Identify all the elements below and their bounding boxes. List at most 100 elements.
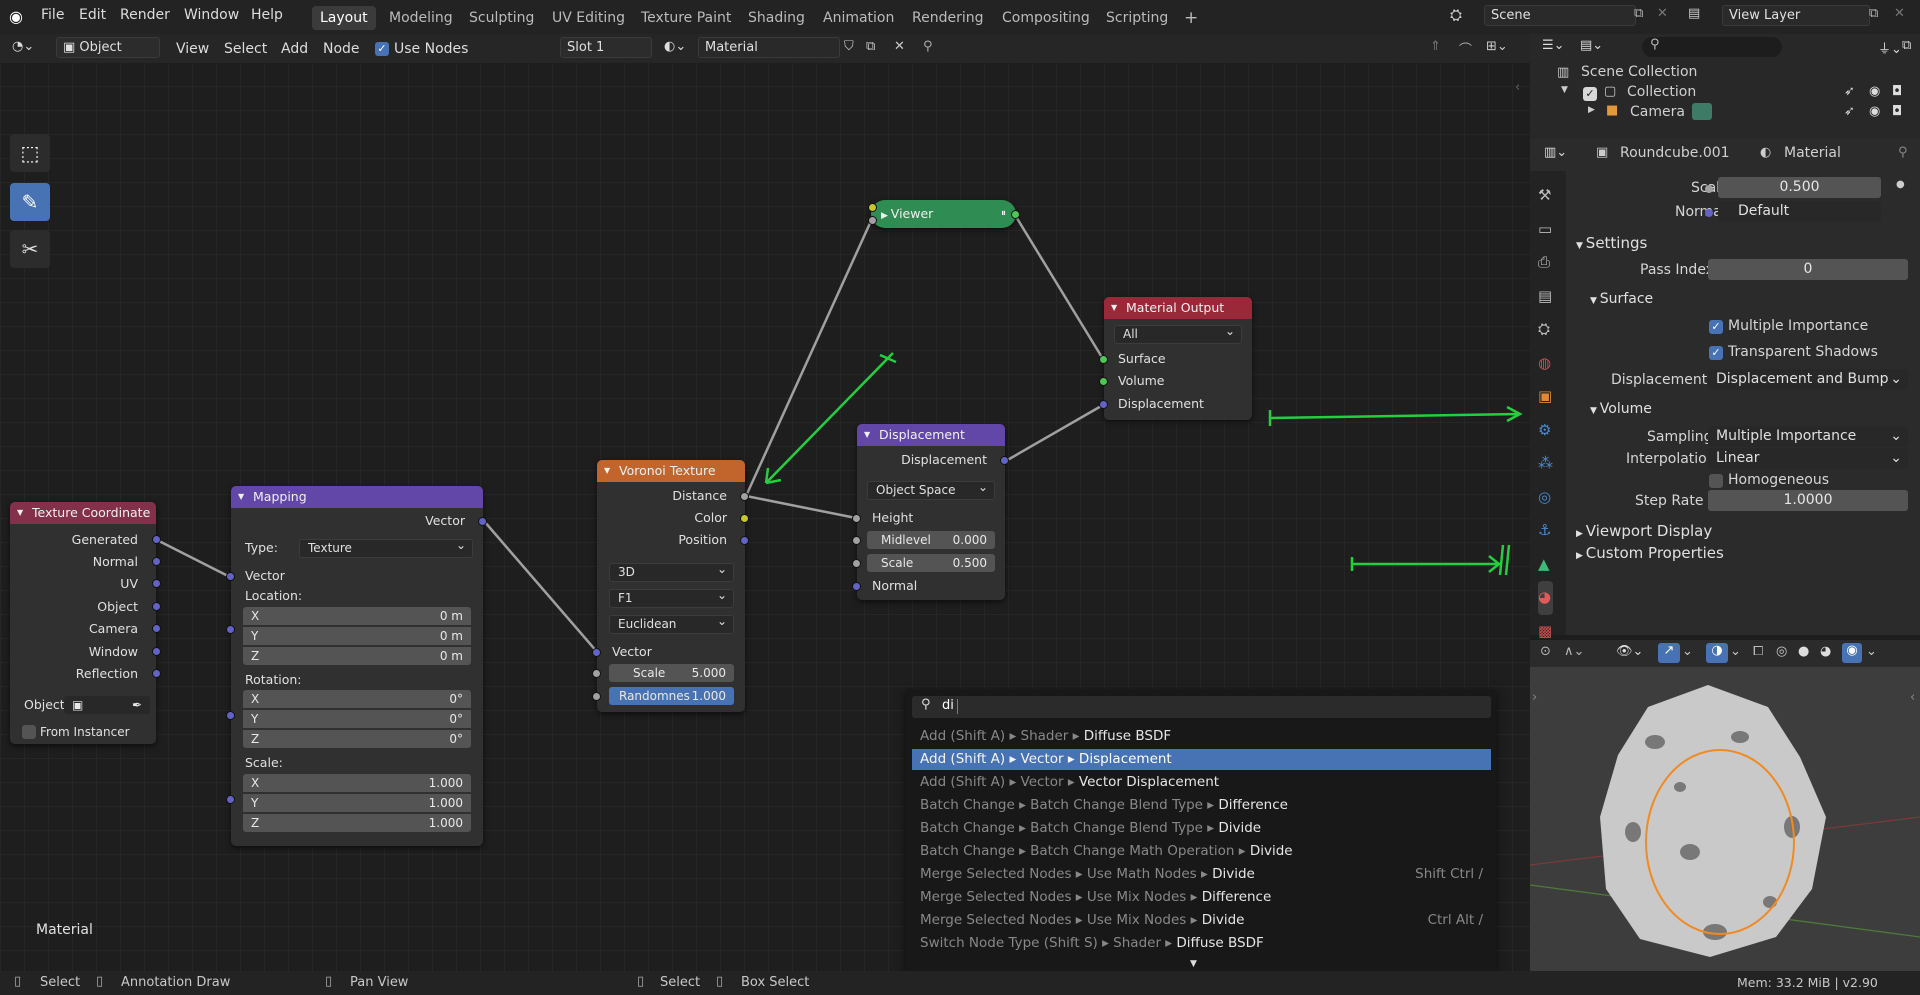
physics-tab-icon[interactable]: ◎ — [1538, 481, 1553, 515]
mapping-node[interactable]: Mapping Vector Type: Texture Vector Loca… — [226, 486, 487, 846]
material-tab-icon[interactable]: ◕ — [1538, 581, 1553, 615]
rotation-y-field[interactable]: Y 0° — [243, 710, 471, 728]
input-socket-color[interactable] — [868, 203, 877, 212]
output-socket-object[interactable] — [152, 602, 161, 611]
visibility-icon[interactable]: 👁⌄ — [1616, 644, 1643, 659]
chevron-down-icon[interactable]: ⌄ — [1682, 644, 1693, 659]
material-output-node[interactable]: Material Output All Surface Volume Displ… — [1099, 297, 1252, 420]
delete-scene-icon[interactable]: ✕ — [1657, 6, 1668, 21]
surface-subpanel-header[interactable]: ▼ Surface — [1590, 291, 1653, 307]
output-socket-distance[interactable] — [740, 492, 749, 501]
render-camera-icon[interactable]: ◘ — [1892, 104, 1902, 119]
volume-subpanel-header[interactable]: ▼ Volume — [1590, 401, 1652, 417]
visibility-eye-icon[interactable]: ◉ — [1869, 104, 1880, 119]
overlays-icon[interactable]: ◑ — [1706, 643, 1728, 663]
output-socket[interactable] — [1011, 210, 1020, 219]
xray-icon[interactable]: ⧠ — [1753, 644, 1763, 659]
midlevel-field[interactable]: Midlevel 0.000 — [867, 531, 995, 549]
input-socket-displacement[interactable] — [1099, 400, 1108, 409]
new-scene-icon[interactable]: ⧉ — [1634, 6, 1643, 21]
curve-icon[interactable]: ∧⌄ — [1564, 644, 1584, 659]
node-header[interactable]: Voronoi Texture — [597, 460, 745, 482]
search-result-item[interactable]: Batch Change ▸ Batch Change Blend Type ▸… — [912, 818, 1491, 839]
space-dropdown[interactable]: Object Space — [867, 479, 995, 500]
scale-field[interactable]: Scale 0.500 — [867, 554, 995, 572]
target-dropdown[interactable]: All — [1114, 323, 1242, 344]
voronoi-texture-node[interactable]: Voronoi Texture Distance Color Position … — [592, 460, 749, 712]
object-picker-field[interactable]: ▣ ✒ — [64, 696, 150, 714]
render-tab-icon[interactable]: ▭ — [1538, 213, 1553, 247]
dimensions-dropdown[interactable]: 3D — [609, 561, 734, 582]
new-view-layer-icon[interactable]: ⧉ — [1869, 6, 1878, 21]
input-socket-scale[interactable] — [592, 669, 601, 678]
search-result-item[interactable]: Batch Change ▸ Batch Change Math Operati… — [912, 841, 1491, 862]
search-result-item[interactable]: Merge Selected Nodes ▸ Use Mix Nodes ▸ D… — [912, 887, 1491, 908]
output-socket-position[interactable] — [740, 536, 749, 545]
distance-metric-dropdown[interactable]: Euclidean — [609, 613, 734, 634]
location-z-field[interactable]: Z 0 m — [243, 647, 471, 665]
camera-label[interactable]: Camera — [1630, 104, 1685, 120]
node-header[interactable]: Displacement — [857, 424, 1005, 446]
pin-icon[interactable]: ⚲ — [1898, 145, 1908, 160]
input-socket-midlevel[interactable] — [852, 536, 861, 545]
scale-field[interactable]: Scale 5.000 — [609, 664, 734, 682]
search-result-item[interactable]: Merge Selected Nodes ▸ Use Math Nodes ▸ … — [912, 864, 1491, 885]
feature-dropdown[interactable]: F1 — [609, 587, 734, 608]
object-tab-icon[interactable]: ▣ — [1538, 380, 1553, 414]
search-result-item[interactable]: Merge Selected Nodes ▸ Use Mix Nodes ▸ D… — [912, 910, 1491, 931]
scale-z-field[interactable]: Z 1.000 — [243, 814, 471, 832]
node-header[interactable]: Texture Coordinate — [10, 502, 156, 524]
scroll-down-icon[interactable]: ▼ — [1190, 959, 1197, 969]
gizmo-icon[interactable]: ↗ — [1658, 643, 1680, 663]
search-result-item[interactable]: Add (Shift A) ▸ Vector ▸ Vector Displace… — [912, 772, 1491, 793]
output-socket-uv[interactable] — [152, 579, 161, 588]
output-socket-camera[interactable] — [152, 624, 161, 633]
view-layer-icon[interactable]: ▤ — [1688, 6, 1700, 21]
scale-x-field[interactable]: X 1.000 — [243, 774, 471, 792]
node-header[interactable]: Mapping — [231, 486, 483, 508]
node-header[interactable]: Material Output — [1104, 297, 1252, 319]
rendered-shading-icon[interactable]: ◉ — [1842, 643, 1862, 663]
chevron-down-icon[interactable]: ⌄ — [1866, 644, 1877, 659]
sampling-dropdown[interactable]: Multiple Importance ⌄ — [1708, 426, 1908, 447]
visibility-eye-icon[interactable]: ◉ — [1869, 84, 1880, 99]
properties-editor-icon[interactable]: ▥⌄ — [1544, 145, 1567, 160]
expand-icon[interactable]: ▶ — [1588, 105, 1595, 115]
output-socket-reflection[interactable] — [152, 669, 161, 678]
viewport-display-panel-header[interactable]: ▶ Viewport Display — [1576, 522, 1712, 540]
search-result-item[interactable]: Batch Change ▸ Batch Change Blend Type ▸… — [912, 795, 1491, 816]
scale-y-field[interactable]: Y 1.000 — [243, 794, 471, 812]
display-mode-icon[interactable]: ▤⌄ — [1580, 38, 1603, 53]
view-layer-selector[interactable]: View Layer — [1722, 5, 1870, 26]
displacement-method-dropdown[interactable]: Displacement and Bump ⌄ — [1708, 369, 1908, 390]
search-result-item[interactable]: Add (Shift A) ▸ Shader ▸ Diffuse BSDF — [912, 726, 1491, 747]
input-socket-height[interactable] — [852, 514, 861, 523]
view-layer-tab-icon[interactable]: ▤ — [1538, 280, 1553, 314]
output-socket-displacement[interactable] — [1000, 456, 1009, 465]
constraints-tab-icon[interactable]: ⚓ — [1538, 514, 1553, 548]
input-socket-rotation[interactable] — [226, 711, 235, 720]
new-collection-icon[interactable]: ⧉ — [1902, 38, 1911, 53]
expand-icon[interactable]: ▼ — [1561, 85, 1568, 95]
render-camera-icon[interactable]: ◘ — [1892, 84, 1902, 99]
tool-tab-icon[interactable]: ⚒ — [1538, 179, 1553, 213]
material-shading-icon[interactable]: ◕ — [1820, 644, 1831, 659]
scene-tab-icon[interactable]: ⛭ — [1538, 313, 1553, 347]
world-tab-icon[interactable]: ◍ — [1538, 347, 1553, 381]
output-tab-icon[interactable]: ⎙ — [1538, 246, 1553, 280]
chevron-down-icon[interactable]: ⌄ — [1730, 644, 1741, 659]
input-socket-randomness[interactable] — [592, 692, 601, 701]
input-socket-value[interactable] — [868, 216, 877, 225]
input-socket-volume[interactable] — [1099, 377, 1108, 386]
output-socket-color[interactable] — [740, 514, 749, 523]
texture-coordinate-node[interactable]: Texture Coordinate Generated Normal UV O… — [10, 502, 161, 744]
settings-panel-header[interactable]: ▼ Settings — [1576, 234, 1647, 252]
eyedropper-icon[interactable]: ✒ — [132, 696, 142, 714]
input-socket-normal[interactable] — [852, 582, 861, 591]
custom-properties-panel-header[interactable]: ▶ Custom Properties — [1576, 544, 1724, 562]
keyframe-dot-icon[interactable]: ● — [1896, 179, 1905, 190]
rotation-x-field[interactable]: X 0° — [243, 690, 471, 708]
collapse-icon[interactable]: ▶ — [881, 211, 891, 221]
wireframe-shading-icon[interactable]: ◎ — [1776, 644, 1787, 659]
outliner-search-input[interactable]: ⚲ — [1642, 37, 1782, 57]
